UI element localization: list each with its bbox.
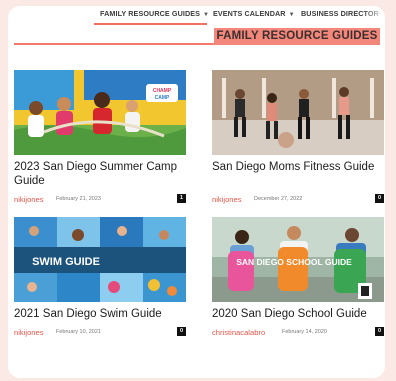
post-thumbnail-summer-camp[interactable]: CHAMP CAMP: [14, 70, 186, 155]
nav-active-indicator: [94, 23, 207, 25]
post-title[interactable]: 2020 San Diego School Guide: [212, 308, 384, 322]
post-meta: christinacalabro February 14, 2020 0: [212, 327, 384, 338]
school-guide-overlay: SAN DIEGO SCHOOL GUIDE: [236, 257, 352, 267]
post-thumbnail-school-guide[interactable]: SAN DIEGO SCHOOL GUIDE: [212, 217, 384, 302]
svg-text:CAMP: CAMP: [155, 95, 170, 101]
post-title[interactable]: San Diego Moms Fitness Guide: [212, 161, 384, 175]
post-title[interactable]: 2021 San Diego Swim Guide: [14, 308, 186, 322]
swim-guide-overlay: SWIM GUIDE: [32, 256, 100, 268]
comment-count-badge[interactable]: 1: [177, 194, 186, 203]
chevron-down-icon: ▼: [203, 12, 210, 18]
comment-count-badge[interactable]: 0: [177, 327, 186, 336]
post-date: February 10, 2021: [56, 329, 101, 335]
post-date: February 14, 2020: [282, 329, 327, 335]
post-author[interactable]: nikijones: [14, 328, 44, 337]
post-date: December 27, 2022: [254, 196, 303, 202]
post-card: CHAMP CAMP 2023 San Diego Summer Camp Gu…: [14, 70, 186, 210]
top-nav: FAMILY RESOURCE GUIDES ▼ EVENTS CALENDAR ▼…: [8, 6, 385, 28]
nav-fade: [363, 6, 385, 26]
post-meta: nikijones February 21, 2023 1: [14, 194, 186, 205]
nav-item-label: EVENTS CALENDAR: [213, 9, 286, 18]
post-card: San Diego Moms Fitness Guide nikijones D…: [212, 70, 384, 210]
post-thumbnail-fitness[interactable]: [212, 70, 384, 155]
chevron-down-icon: ▼: [288, 12, 295, 18]
post-author[interactable]: christinacalabro: [212, 328, 265, 337]
post-title[interactable]: 2023 San Diego Summer Camp Guide: [14, 161, 186, 188]
content-card: FAMILY RESOURCE GUIDES ▼ EVENTS CALENDAR ▼…: [8, 6, 385, 378]
post-meta: nikijones December 27, 2022 0: [212, 194, 384, 205]
nav-item-events-calendar[interactable]: EVENTS CALENDAR ▼: [213, 9, 295, 18]
section-title: FAMILY RESOURCE GUIDES: [214, 28, 380, 45]
post-author[interactable]: nikijones: [212, 195, 242, 204]
post-author[interactable]: nikijones: [14, 195, 44, 204]
comment-count-badge[interactable]: 0: [375, 194, 384, 203]
nav-item-family-resource-guides[interactable]: FAMILY RESOURCE GUIDES ▼: [100, 9, 209, 18]
post-thumbnail-swim-guide[interactable]: SWIM GUIDE: [14, 217, 186, 302]
champ-camp-logo: CHAMP: [153, 88, 172, 94]
nav-item-label: FAMILY RESOURCE GUIDES: [100, 9, 201, 18]
post-card: SWIM GUIDE 2021 San Diego Swim Guide nik…: [14, 217, 186, 342]
post-card: SAN DIEGO SCHOOL GUIDE 2020 San Diego Sc…: [212, 217, 384, 342]
comment-count-badge[interactable]: 0: [375, 327, 384, 336]
post-date: February 21, 2023: [56, 196, 101, 202]
post-meta: nikijones February 10, 2021 0: [14, 327, 186, 338]
